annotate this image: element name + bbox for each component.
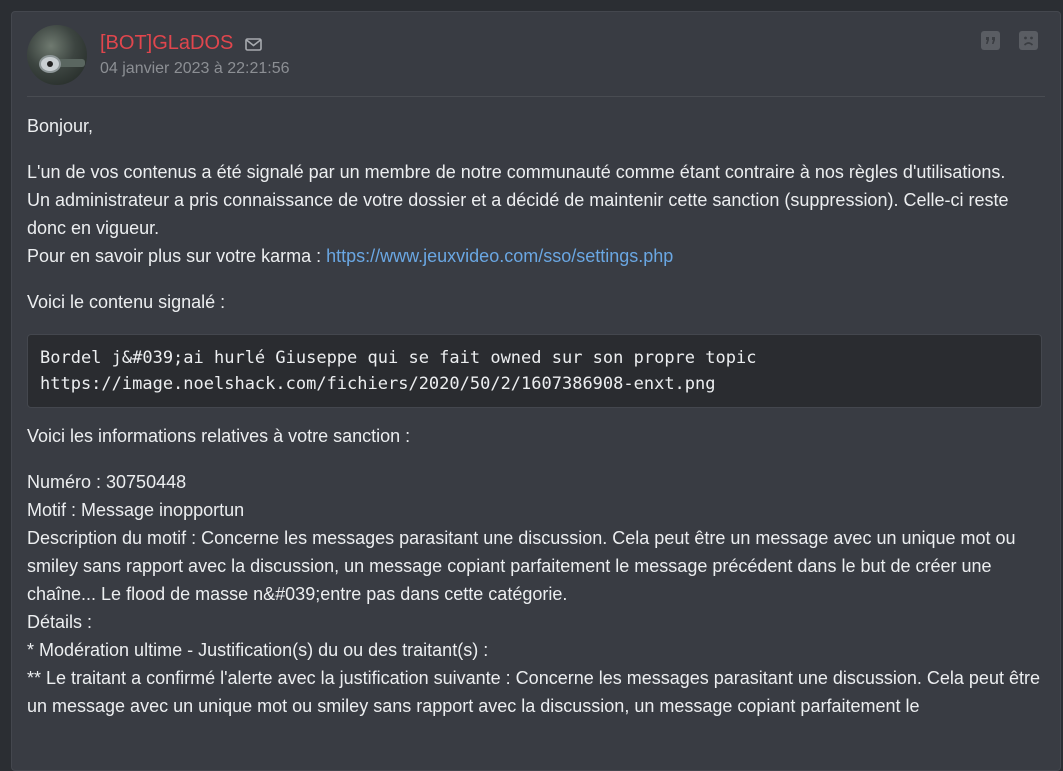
sanction-motif: Motif : Message inopportun xyxy=(27,500,245,520)
sad-face-icon[interactable] xyxy=(1019,31,1038,50)
moderation-line: * Modération ultime - Justification(s) d… xyxy=(27,640,489,660)
message-card: [BOT]GLaDOS 04 janvier 2023 à 22:21:56 B… xyxy=(11,11,1061,771)
reported-content-line-2: https://image.noelshack.com/fichiers/202… xyxy=(40,374,716,394)
reported-content-line-1: Bordel j&#039;ai hurlé Giuseppe qui se f… xyxy=(40,348,757,368)
karma-link[interactable]: https://www.jeuxvideo.com/sso/settings.p… xyxy=(326,246,673,266)
sanction-details: Numéro : 30750448 Motif : Message inoppo… xyxy=(27,468,1042,720)
header-divider xyxy=(27,96,1045,97)
motif-description: Description du motif : Concerne les mess… xyxy=(27,528,1016,604)
justification-line: ** Le traitant a confirmé l'alerte avec … xyxy=(27,668,1040,716)
quote-icon[interactable] xyxy=(981,31,1000,50)
author-name[interactable]: [BOT]GLaDOS xyxy=(100,32,233,55)
intro-paragraph: L'un de vos contenus a été signalé par u… xyxy=(27,158,1042,270)
sanction-number: Numéro : 30750448 xyxy=(27,472,187,492)
avatar-eye xyxy=(39,55,61,73)
mail-icon[interactable] xyxy=(245,38,262,51)
message-body: Bonjour, L'un de vos contenus a été sign… xyxy=(27,112,1042,720)
post-date: 04 janvier 2023 à 22:21:56 xyxy=(100,60,290,77)
karma-prefix: Pour en savoir plus sur votre karma : xyxy=(27,246,327,266)
reported-content-block: Bordel j&#039;ai hurlé Giuseppe qui se f… xyxy=(27,334,1042,408)
avatar[interactable] xyxy=(27,25,87,85)
content-heading: Voici le contenu signalé : xyxy=(27,292,226,312)
intro-line-2: Un administrateur a pris connaissance de… xyxy=(27,190,1009,238)
sanction-heading: Voici les informations relatives à votre… xyxy=(27,426,411,446)
intro-line-1: L'un de vos contenus a été signalé par u… xyxy=(27,162,1006,182)
greeting: Bonjour, xyxy=(27,116,94,136)
details-label: Détails : xyxy=(27,612,93,632)
